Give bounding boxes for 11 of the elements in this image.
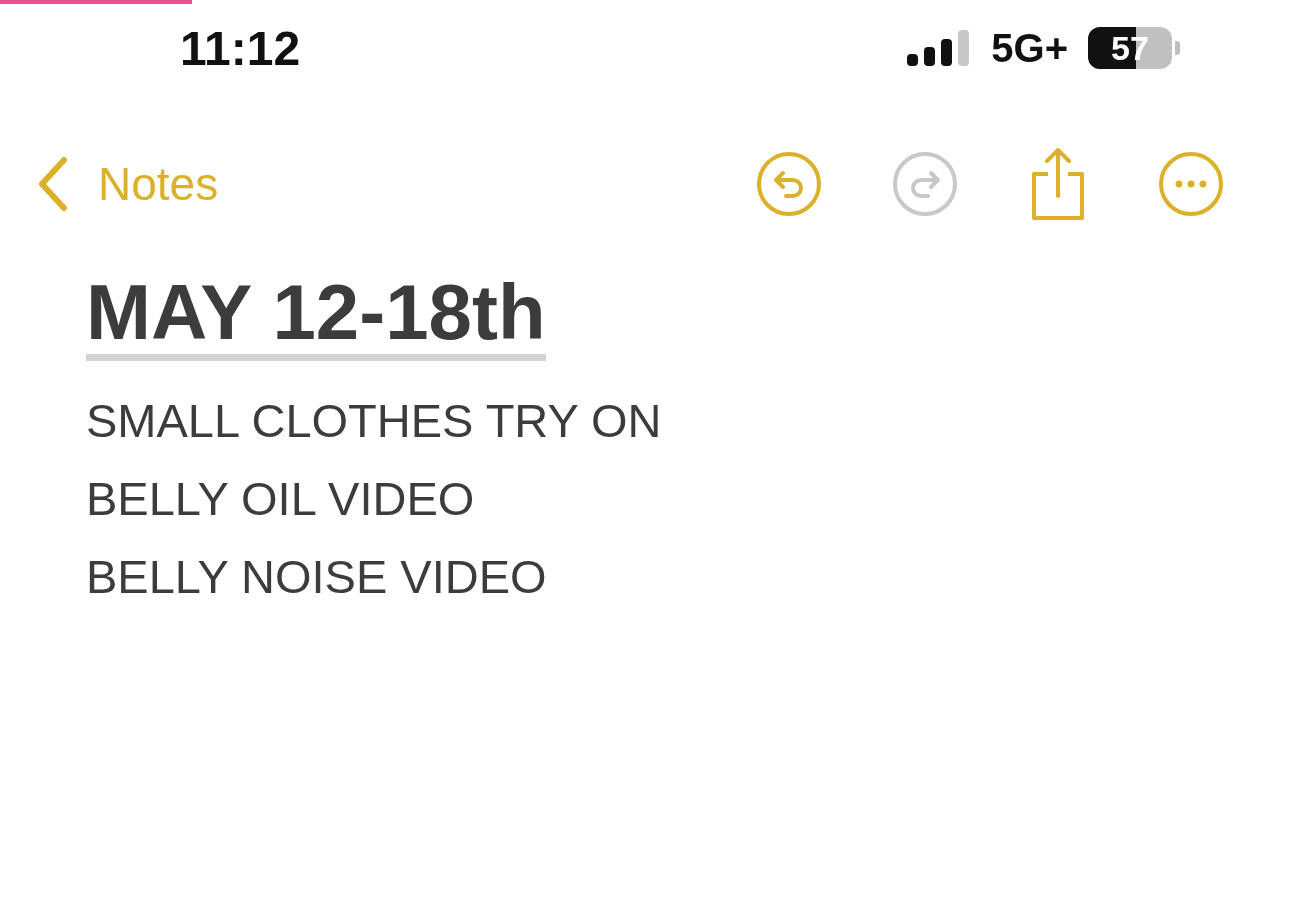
note-line: SMALL CLOTHES TRY ON (86, 392, 663, 449)
note-line: BELLY OIL VIDEO (86, 470, 476, 527)
note-line: BELLY NOISE VIDEO (86, 548, 548, 605)
back-button[interactable]: Notes (36, 156, 219, 212)
chevron-left-icon (36, 156, 70, 212)
note-title: MAY 12-18th (86, 272, 546, 361)
network-label: 5G+ (991, 25, 1068, 71)
undo-icon[interactable] (756, 151, 822, 217)
clock-time: 11:12 (180, 20, 301, 76)
more-icon[interactable] (1158, 151, 1224, 217)
signal-icon (907, 30, 972, 66)
